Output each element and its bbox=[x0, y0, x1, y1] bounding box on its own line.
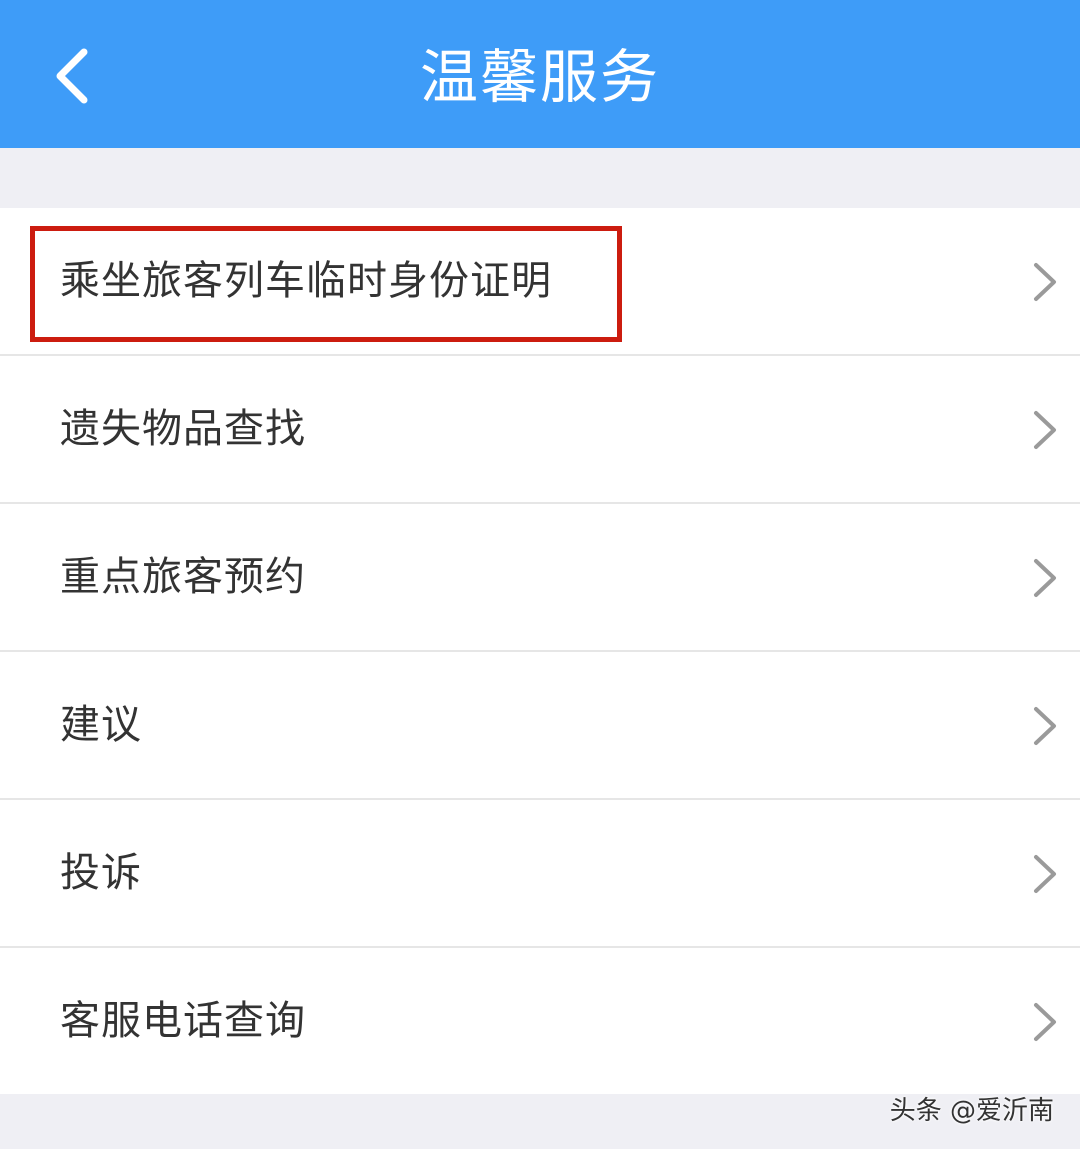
menu-item-label: 重点旅客预约 bbox=[60, 554, 306, 600]
page: 温馨服务 乘坐旅客列车临时身份证明 遗失物品查找 重点旅客预约 建议 投诉 客服… bbox=[0, 0, 1080, 1149]
menu-item-label: 客服电话查询 bbox=[60, 998, 306, 1044]
menu-item-suggestion[interactable]: 建议 bbox=[0, 652, 1080, 800]
chevron-right-icon bbox=[1034, 707, 1056, 745]
chevron-right-icon bbox=[1034, 559, 1056, 597]
menu-item-label: 建议 bbox=[60, 702, 142, 748]
chevron-right-icon bbox=[1034, 855, 1056, 893]
watermark-text: 头条 @爱沂南 bbox=[889, 1096, 1054, 1126]
chevron-right-icon bbox=[1034, 411, 1056, 449]
menu-item-label: 投诉 bbox=[60, 850, 142, 896]
menu-item-priority-passenger-booking[interactable]: 重点旅客预约 bbox=[0, 504, 1080, 652]
menu-item-customer-service-phone[interactable]: 客服电话查询 bbox=[0, 948, 1080, 1094]
header-bar: 温馨服务 bbox=[0, 0, 1080, 148]
menu-item-label: 遗失物品查找 bbox=[60, 406, 306, 452]
highlight-annotation-box bbox=[30, 226, 622, 342]
menu-item-complaint[interactable]: 投诉 bbox=[0, 800, 1080, 948]
menu-item-lost-items[interactable]: 遗失物品查找 bbox=[0, 356, 1080, 504]
chevron-right-icon bbox=[1034, 1003, 1056, 1041]
chevron-right-icon bbox=[1034, 263, 1056, 301]
page-title: 温馨服务 bbox=[419, 43, 660, 111]
